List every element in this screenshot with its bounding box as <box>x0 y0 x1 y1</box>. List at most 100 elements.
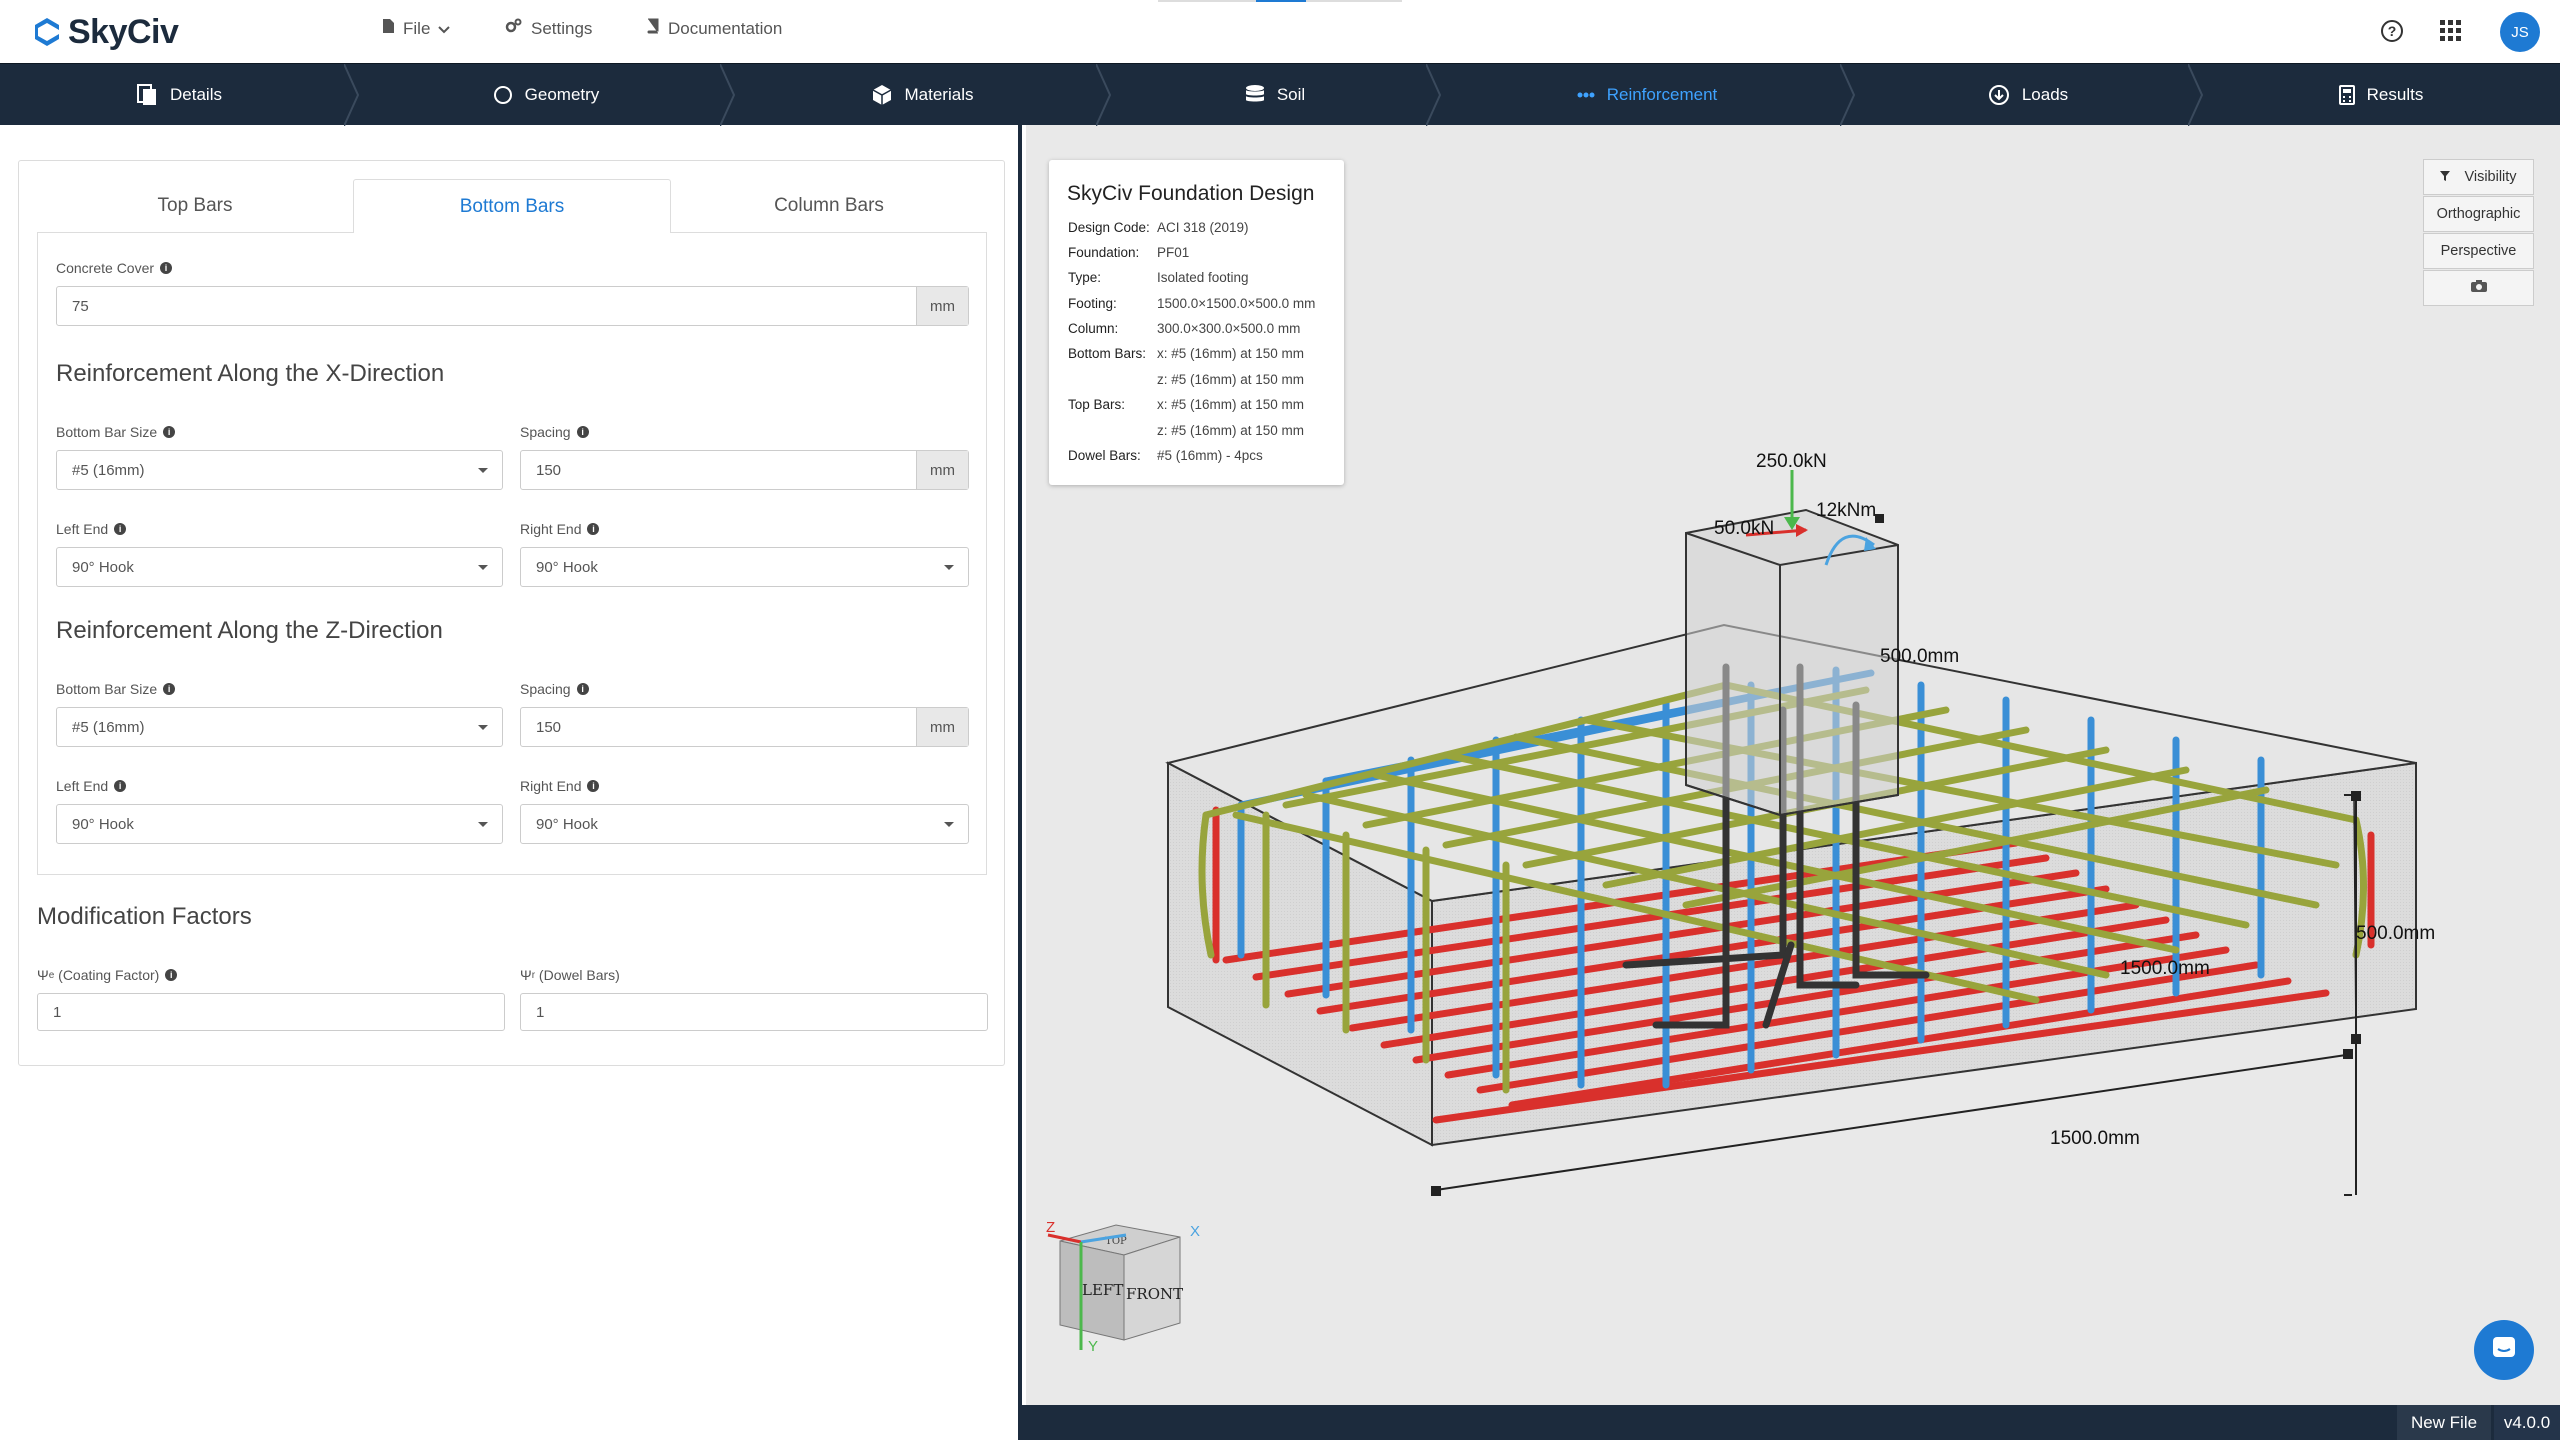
settings-menu[interactable]: Settings <box>505 18 592 39</box>
x-left-end-value: 90° Hook <box>72 558 134 576</box>
axis-x-label: X <box>1190 1223 1200 1240</box>
info-icon[interactable]: i <box>163 426 176 438</box>
psi-symbol: Ψ <box>520 967 532 983</box>
file-icon <box>382 18 395 39</box>
z-spacing-input[interactable]: 150 mm <box>520 707 969 747</box>
screenshot-button[interactable] <box>2423 270 2534 306</box>
z-bar-size-label: Bottom Bar Size i <box>56 681 176 697</box>
tab-top-bars[interactable]: Top Bars <box>37 179 353 233</box>
axis-z-label: Z <box>1046 1219 1055 1236</box>
axis-y-label: Y <box>1088 1338 1098 1355</box>
x-right-end-label: Right End i <box>520 521 600 537</box>
tab-column-bars[interactable]: Column Bars <box>671 179 987 233</box>
visibility-label: Visibility <box>2464 169 2517 185</box>
caret-down-icon <box>478 468 488 473</box>
apps-grid-icon[interactable] <box>2436 16 2466 46</box>
step-results[interactable]: Results <box>2202 64 2560 126</box>
x-bar-size-select[interactable]: #5 (16mm) <box>56 450 503 490</box>
info-icon[interactable]: i <box>165 969 178 981</box>
concrete-cover-input[interactable]: 75 mm <box>56 286 969 326</box>
info-icon[interactable]: i <box>114 780 127 792</box>
step-geometry[interactable]: Geometry <box>358 64 736 126</box>
x-left-end-label-text: Left End <box>56 521 109 537</box>
coating-factor-input[interactable]: 1 <box>37 993 505 1031</box>
caret-down-icon <box>944 822 954 827</box>
z-left-end-select[interactable]: 90° Hook <box>56 804 503 844</box>
summary-key: Design Code: <box>1068 220 1150 235</box>
step-reinforcement[interactable]: Reinforcement <box>1440 64 1856 126</box>
info-icon[interactable]: i <box>576 683 589 695</box>
step-loads[interactable]: Loads <box>1854 64 2204 126</box>
step-geometry-label: Geometry <box>524 85 600 104</box>
chat-support-button[interactable] <box>2474 1320 2534 1380</box>
bar-tabs: Top Bars Bottom Bars Column Bars <box>37 179 987 233</box>
z-bar-size-value: #5 (16mm) <box>72 718 145 736</box>
z-spacing-label: Spacing i <box>520 681 589 697</box>
view-cube[interactable]: TOP LEFT FRONT Z X Y <box>1046 1219 1200 1355</box>
reinforcement-card: Top Bars Bottom Bars Column Bars Concret… <box>18 160 1005 1066</box>
camera-icon <box>2470 279 2488 297</box>
skyciv-logo[interactable]: SkyCiv <box>32 12 179 52</box>
step-details-label: Details <box>170 85 222 104</box>
brand-name: SkyCiv <box>68 12 179 51</box>
step-soil[interactable]: Soil <box>1110 64 1442 126</box>
summary-key: Footing: <box>1068 296 1117 311</box>
caret-down-icon <box>478 565 488 570</box>
x-spacing-label-text: Spacing <box>520 424 571 440</box>
info-icon[interactable]: i <box>114 523 127 535</box>
dots-icon <box>1577 92 1595 98</box>
step-materials[interactable]: Materials <box>734 64 1112 126</box>
orthographic-button[interactable]: Orthographic <box>2423 196 2534 232</box>
chevron-down-icon <box>438 19 451 39</box>
z-bar-size-label-text: Bottom Bar Size <box>56 681 158 697</box>
summary-value: PF01 <box>1157 245 1190 260</box>
file-menu[interactable]: File <box>382 18 451 39</box>
file-name-status[interactable]: New File <box>2397 1405 2491 1440</box>
dowel-bars-input[interactable]: 1 <box>520 993 988 1031</box>
skyciv-logo-icon <box>35 18 59 46</box>
summary-value: Isolated footing <box>1157 270 1249 285</box>
step-details[interactable]: Details <box>0 64 360 126</box>
info-icon[interactable]: i <box>587 780 600 792</box>
reinforcement-panel: Top Bars Bottom Bars Column Bars Concret… <box>0 125 1022 1440</box>
z-right-end-select[interactable]: 90° Hook <box>520 804 969 844</box>
z-bar-size-select[interactable]: #5 (16mm) <box>56 707 503 747</box>
visibility-button[interactable]: Visibility <box>2423 159 2534 195</box>
tab-bottom-bars[interactable]: Bottom Bars <box>353 179 671 233</box>
info-icon[interactable]: i <box>163 683 176 695</box>
3d-viewport[interactable]: 250.0kN 50.0kN 12kNm 500.0mm 500.0mm 150… <box>1026 125 2560 1405</box>
footing-width-x-label: 1500.0mm <box>2050 1128 2140 1149</box>
filter-icon <box>2440 169 2451 185</box>
x-right-end-select[interactable]: 90° Hook <box>520 547 969 587</box>
x-spacing-input[interactable]: 150 mm <box>520 450 969 490</box>
help-icon[interactable]: ? <box>2377 16 2407 46</box>
documentation-link[interactable]: Documentation <box>646 18 782 39</box>
x-bar-size-label: Bottom Bar Size i <box>56 424 176 440</box>
z-right-end-label-text: Right End <box>520 778 582 794</box>
info-icon[interactable]: i <box>160 262 173 274</box>
summary-value: ACI 318 (2019) <box>1157 220 1249 235</box>
download-circle-icon <box>1988 84 2010 106</box>
modification-factors-heading: Modification Factors <box>37 903 252 930</box>
view-cube-front: FRONT <box>1126 1285 1183 1303</box>
summary-value: z: #5 (16mm) at 150 mm <box>1157 372 1305 387</box>
concrete-cover-label: Concrete Cover i <box>56 260 173 276</box>
dowel-bars-value: 1 <box>536 1003 545 1021</box>
z-spacing-label-text: Spacing <box>520 681 571 697</box>
info-icon[interactable]: i <box>576 426 589 438</box>
x-left-end-select[interactable]: 90° Hook <box>56 547 503 587</box>
perspective-button[interactable]: Perspective <box>2423 233 2534 269</box>
summary-key: Bottom Bars: <box>1068 346 1147 361</box>
info-icon[interactable]: i <box>587 523 600 535</box>
summary-value: x: #5 (16mm) at 150 mm <box>1157 346 1305 361</box>
view-controls: Visibility Orthographic Perspective <box>2423 159 2534 307</box>
svg-text:?: ? <box>2388 23 2397 39</box>
coating-factor-value: 1 <box>53 1003 62 1021</box>
user-avatar[interactable]: JS <box>2500 12 2540 52</box>
summary-title: SkyCiv Foundation Design <box>1067 182 1315 205</box>
top-progress <box>1158 0 1402 2</box>
step-materials-label: Materials <box>904 85 974 104</box>
summary-value: x: #5 (16mm) at 150 mm <box>1157 397 1305 412</box>
status-bar <box>1022 1405 2560 1440</box>
summary-value: 300.0×300.0×500.0 mm <box>1157 321 1301 336</box>
